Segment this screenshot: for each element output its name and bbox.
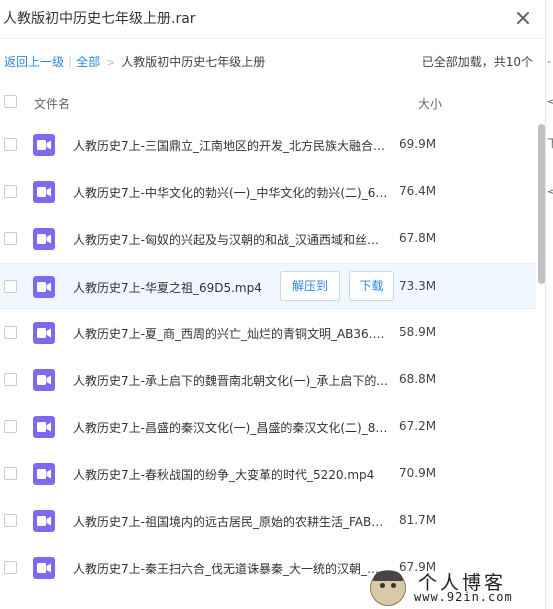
breadcrumb-separator: |	[68, 55, 73, 69]
watermark-url: www.92in.com	[414, 590, 513, 604]
file-row[interactable]: 人教历史7上-三国鼎立_江南地区的开发_北方民族大融合_... 69.9M	[0, 122, 536, 168]
video-file-icon	[33, 276, 55, 298]
file-size: 58.9M	[399, 325, 437, 339]
side-strip-glyph: <	[547, 95, 553, 108]
file-name[interactable]: 人教历史7上-三国鼎立_江南地区的开发_北方民族大融合_...	[73, 137, 389, 154]
row-checkbox[interactable]	[4, 185, 17, 198]
row-checkbox[interactable]	[4, 561, 17, 574]
file-name[interactable]: 人教历史7上-夏_商_西周的兴亡_灿烂的青铜文明_AB36.m...	[73, 325, 389, 342]
file-name[interactable]: 人教历史7上-匈奴的兴起及与汉朝的和战_汉通西域和丝绸...	[73, 231, 389, 248]
load-status: 已全部加载，共10个	[421, 55, 533, 69]
close-icon[interactable]	[514, 9, 532, 27]
file-size: 67.8M	[399, 231, 437, 245]
download-button[interactable]: 下载	[349, 271, 394, 301]
file-row[interactable]: 人教历史7上-夏_商_西周的兴亡_灿烂的青铜文明_AB36.m... 58.9M	[0, 310, 536, 356]
file-list: 人教历史7上-三国鼎立_江南地区的开发_北方民族大融合_... 69.9M 人教历史…	[0, 122, 536, 609]
file-size: 76.4M	[399, 184, 437, 198]
video-file-icon	[33, 322, 55, 344]
row-checkbox[interactable]	[4, 467, 17, 480]
row-checkbox[interactable]	[4, 232, 17, 245]
file-name[interactable]: 人教历史7上-中华文化的勃兴(一)_中华文化的勃兴(二)_64...	[73, 184, 389, 201]
row-checkbox[interactable]	[4, 138, 17, 151]
video-file-icon	[33, 228, 55, 250]
file-size: 70.9M	[399, 466, 437, 480]
breadcrumb: 返回上一级 | 全部 > 人教版初中历史七年级上册 已全部加载，共10个	[0, 38, 545, 83]
row-checkbox[interactable]	[4, 326, 17, 339]
file-size: 81.7M	[399, 513, 437, 527]
side-strip-glyph: 下	[547, 135, 553, 151]
row-checkbox[interactable]	[4, 514, 17, 527]
watermark: 个人博客 www.92in.com	[370, 568, 545, 606]
back-link[interactable]: 返回上一级	[4, 55, 64, 69]
video-file-icon	[33, 369, 55, 391]
window-header: 人教版初中历史七年级上册.rar	[0, 0, 545, 38]
chevron-right-icon: >	[106, 56, 116, 69]
side-strip: - < 下 <	[545, 0, 553, 609]
file-row[interactable]: 人教历史7上-匈奴的兴起及与汉朝的和战_汉通西域和丝绸... 67.8M	[0, 216, 536, 262]
row-checkbox[interactable]	[4, 373, 17, 386]
all-link[interactable]: 全部	[76, 55, 100, 69]
window-title: 人教版初中历史七年级上册.rar	[3, 11, 196, 27]
side-strip-glyph: <	[547, 185, 553, 198]
video-file-icon	[33, 510, 55, 532]
video-file-icon	[33, 463, 55, 485]
row-checkbox[interactable]	[4, 280, 17, 293]
file-name[interactable]: 人教历史7上-祖国境内的远古居民_原始的农耕生活_FAB9...	[73, 513, 389, 530]
extract-button[interactable]: 解压到	[280, 271, 340, 301]
breadcrumb-current: 人教版初中历史七年级上册	[121, 55, 266, 69]
side-strip-glyph: -	[547, 55, 551, 68]
file-row[interactable]: 人教历史7上-春秋战国的纷争_大变革的时代_5220.mp4 70.9M	[0, 451, 536, 497]
video-file-icon	[33, 416, 55, 438]
column-name-header: 文件名	[34, 97, 71, 111]
file-row[interactable]: 人教历史7上-祖国境内的远古居民_原始的农耕生活_FAB9... 81.7M	[0, 498, 536, 544]
avatar-icon	[370, 570, 406, 606]
video-file-icon	[33, 181, 55, 203]
file-name[interactable]: 人教历史7上-春秋战国的纷争_大变革的时代_5220.mp4	[73, 466, 374, 483]
column-size-header: 大小	[418, 97, 443, 111]
file-name[interactable]: 人教历史7上-秦王扫六合_伐无道诛暴秦_大一统的汉朝_西...	[73, 560, 389, 577]
video-file-icon	[33, 557, 55, 579]
file-name[interactable]: 人教历史7上-昌盛的秦汉文化(一)_昌盛的秦汉文化(二)_8C...	[73, 419, 389, 436]
file-size: 68.8M	[399, 372, 437, 386]
select-all-checkbox[interactable]	[4, 95, 17, 108]
file-size: 67.2M	[399, 419, 437, 433]
file-row[interactable]: 人教历史7上-华夏之祖_69D5.mp4 解压到 下载 73.3M	[0, 263, 536, 309]
file-name[interactable]: 人教历史7上-承上启下的魏晋南北朝文化(一)_承上启下的...	[73, 372, 388, 389]
file-row[interactable]: 人教历史7上-昌盛的秦汉文化(一)_昌盛的秦汉文化(二)_8C... 67.2M	[0, 404, 536, 450]
file-row[interactable]: 人教历史7上-中华文化的勃兴(一)_中华文化的勃兴(二)_64... 76.4M	[0, 169, 536, 215]
video-file-icon	[33, 134, 55, 156]
row-checkbox[interactable]	[4, 420, 17, 433]
column-header: 文件名 大小	[0, 82, 545, 122]
file-row[interactable]: 人教历史7上-承上启下的魏晋南北朝文化(一)_承上启下的... 68.8M	[0, 357, 536, 403]
file-size: 69.9M	[399, 137, 437, 151]
file-name[interactable]: 人教历史7上-华夏之祖_69D5.mp4	[73, 279, 262, 296]
scrollbar-thumb[interactable]	[538, 124, 545, 284]
file-size: 73.3M	[399, 279, 437, 293]
